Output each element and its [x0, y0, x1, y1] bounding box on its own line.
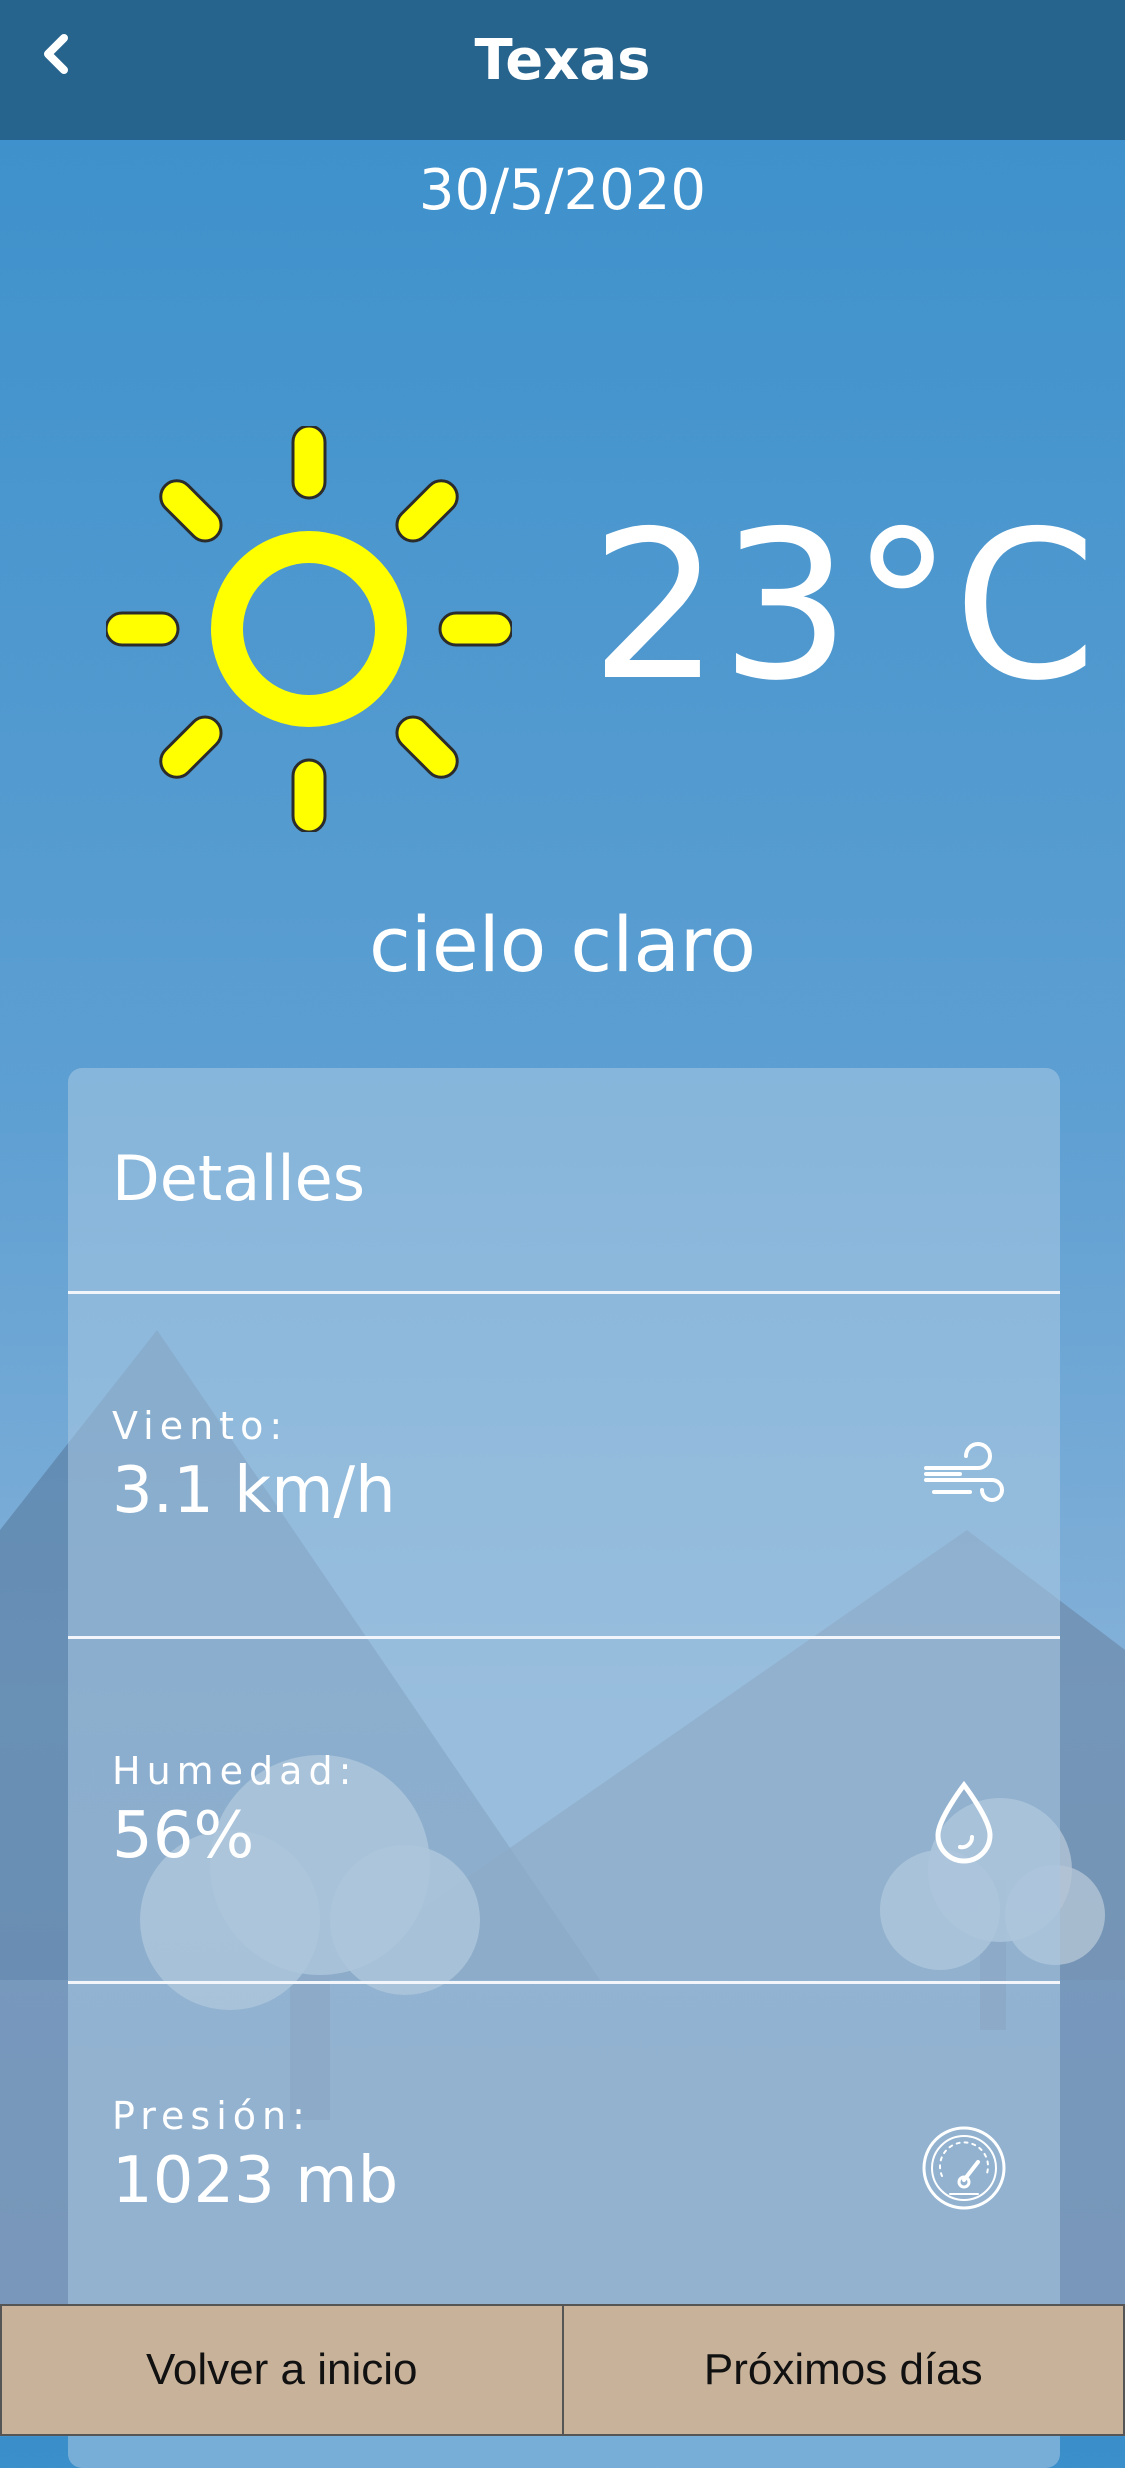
gauge-icon: [920, 2124, 1008, 2212]
pressure-value: 1023 mb: [112, 2144, 398, 2218]
temperature-value: 23°C: [590, 505, 1097, 710]
bottom-button-bar: Volver a inicio Próximos días: [0, 2304, 1125, 2436]
wind-label: Viento:: [112, 1404, 288, 1448]
water-drop-icon: [920, 1779, 1008, 1867]
wind-value: 3.1 km/h: [112, 1454, 396, 1528]
detail-row-wind: Viento: 3.1 km/h: [68, 1294, 1060, 1634]
humidity-label: Humedad:: [112, 1749, 357, 1793]
date-label: 30/5/2020: [0, 158, 1125, 223]
sun-icon: [106, 426, 512, 832]
pressure-label: Presión:: [112, 2094, 311, 2138]
humidity-value: 56%: [112, 1799, 254, 1873]
detail-row-humidity: Humedad: 56%: [68, 1639, 1060, 1979]
home-button[interactable]: Volver a inicio: [0, 2304, 564, 2436]
detail-row-pressure: Presión: 1023 mb: [68, 1984, 1060, 2324]
details-card: Detalles Viento: 3.1 km/h Humedad: 56% P…: [68, 1068, 1060, 2468]
details-title: Detalles: [112, 1142, 365, 1215]
page-title: Texas: [0, 28, 1125, 93]
top-app-bar: Texas: [0, 0, 1125, 140]
next-days-button[interactable]: Próximos días: [564, 2304, 1125, 2436]
weather-condition: cielo claro: [0, 900, 1125, 989]
wind-icon: [920, 1434, 1008, 1522]
